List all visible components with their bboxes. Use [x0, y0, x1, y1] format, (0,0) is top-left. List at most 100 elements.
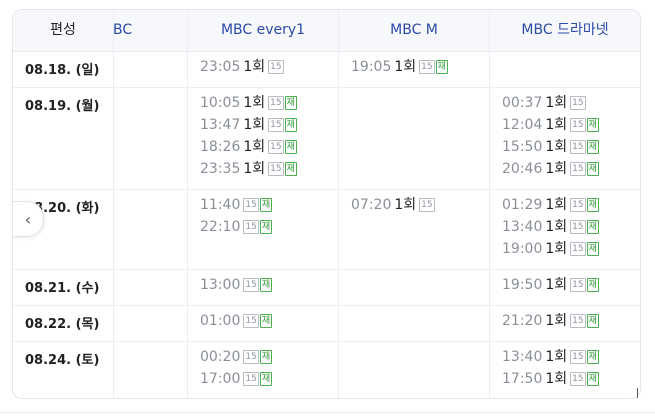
airing-time: 23:35	[200, 161, 241, 177]
airing-entry[interactable]: 10:05 1회 15 재	[200, 92, 298, 114]
table-header: 편성 BC MBC every1 MBC M MBC 드라마넷	[13, 10, 640, 52]
airing-time: 19:50	[502, 277, 543, 293]
airing-time: 23:05	[200, 59, 241, 75]
airing-time: 01:29	[502, 197, 543, 213]
schedule-cell: 10:05 1회 15 재 13:47 1회 15 재 18:26 1회 15 재 23:35 1회 15 재	[200, 92, 298, 180]
airing-entry[interactable]: 01:00 15 재	[200, 310, 273, 332]
airing-entry[interactable]: 19:00 1회 15 재	[502, 238, 600, 260]
airing-entry[interactable]: 19:05 1회 15 재	[351, 56, 449, 78]
airing-entry[interactable]: 11:40 15 재	[200, 194, 273, 216]
rerun-badge: 재	[435, 60, 448, 74]
airing-entry[interactable]: 13:40 1회 15 재	[502, 346, 600, 368]
row-date: 08.19. (월)	[25, 99, 100, 114]
episode-label: 1회	[243, 95, 266, 111]
channel-header-2[interactable]: MBC M	[339, 10, 489, 51]
schedule-cell: 01:00 15 재	[200, 310, 273, 332]
airing-entry[interactable]: 21:20 1회 15 재	[502, 310, 600, 332]
age-rating-badge: 15	[570, 140, 586, 154]
airing-time: 13:00	[200, 277, 241, 293]
schedule-cell: 11:40 15 재 22:10 15 재	[200, 194, 273, 238]
airing-time: 12:04	[502, 117, 543, 133]
airing-entry[interactable]: 22:10 15 재	[200, 216, 273, 238]
age-rating-badge: 15	[243, 220, 259, 234]
airing-time: 11:40	[200, 197, 241, 213]
page-divider	[0, 412, 655, 413]
airing-entry[interactable]: 15:50 1회 15 재	[502, 136, 600, 158]
airing-entry[interactable]: 13:40 1회 15 재	[502, 216, 600, 238]
episode-label: 1회	[243, 117, 266, 133]
channel-header-1[interactable]: MBC every1	[188, 10, 338, 51]
table-row: 08.20. (화) 11:40 15 재 22:10 15 재 07:20 1회 15 01:29…	[13, 189, 640, 270]
age-rating-badge: 15	[570, 162, 586, 176]
age-rating-badge: 15	[243, 198, 259, 212]
rerun-badge: 재	[586, 350, 599, 364]
airing-entry[interactable]: 19:50 1회 15 재	[502, 274, 600, 296]
rerun-badge: 재	[259, 372, 273, 386]
rerun-badge: 재	[259, 220, 273, 234]
age-rating-badge: 15	[268, 96, 284, 110]
age-rating-badge: 15	[570, 314, 586, 328]
prev-button[interactable]: ‹	[13, 201, 44, 237]
channel-header-0[interactable]: BC	[113, 10, 187, 51]
channel-header-3[interactable]: MBC 드라마넷	[490, 10, 640, 51]
text-cursor	[637, 388, 638, 398]
age-rating-badge: 15	[570, 118, 586, 132]
episode-label: 1회	[545, 313, 568, 329]
schedule-cell: 13:40 1회 15 재 17:50 1회 15 재	[502, 346, 600, 390]
airing-time: 19:05	[351, 59, 392, 75]
airing-entry[interactable]: 00:20 15 재	[200, 346, 273, 368]
rerun-badge: 재	[259, 314, 273, 328]
airing-time: 00:37	[502, 95, 543, 111]
airing-time: 21:20	[502, 313, 543, 329]
header-label: 편성	[50, 22, 76, 38]
age-rating-badge: 15	[570, 242, 586, 256]
rerun-badge: 재	[586, 314, 599, 328]
airing-entry[interactable]: 13:00 15 재	[200, 274, 273, 296]
age-rating-badge: 15	[243, 350, 259, 364]
airing-entry[interactable]: 07:20 1회 15	[351, 194, 436, 216]
airing-time: 15:50	[502, 139, 543, 155]
episode-label: 1회	[243, 59, 266, 75]
airing-time: 01:00	[200, 313, 241, 329]
rerun-badge: 재	[284, 96, 297, 110]
airing-time: 13:40	[502, 219, 543, 235]
airing-entry[interactable]: 20:46 1회 15 재	[502, 158, 600, 180]
airing-time: 20:46	[502, 161, 543, 177]
airing-entry[interactable]: 17:50 1회 15 재	[502, 368, 600, 390]
airing-time: 13:40	[502, 349, 543, 365]
schedule-cell: 00:37 1회 15 12:04 1회 15 재 15:50 1회 15 재 20:46 1회 15 재	[502, 92, 600, 180]
airing-entry[interactable]: 13:47 1회 15 재	[200, 114, 298, 136]
rerun-badge: 재	[284, 162, 297, 176]
age-rating-badge: 15	[419, 60, 435, 74]
age-rating-badge: 15	[419, 198, 435, 212]
episode-label: 1회	[243, 139, 266, 155]
table-row: 08.22. (목) 01:00 15 재 21:20 1회 15 재	[13, 305, 640, 342]
episode-label: 1회	[545, 219, 568, 235]
age-rating-badge: 15	[268, 118, 284, 132]
rerun-badge: 재	[586, 162, 599, 176]
airing-entry[interactable]: 17:00 15 재	[200, 368, 273, 390]
airing-entry[interactable]: 23:35 1회 15 재	[200, 158, 298, 180]
airing-entry[interactable]: 18:26 1회 15 재	[200, 136, 298, 158]
rerun-badge: 재	[586, 140, 599, 154]
episode-label: 1회	[394, 59, 417, 75]
age-rating-badge: 15	[570, 350, 586, 364]
rerun-badge: 재	[586, 372, 599, 386]
age-rating-badge: 15	[570, 372, 586, 386]
chevron-left-icon: ‹	[24, 209, 32, 229]
schedule-table: 편성 BC MBC every1 MBC M MBC 드라마넷 08.18. (…	[12, 9, 641, 399]
age-rating-badge: 15	[268, 162, 284, 176]
rerun-badge: 재	[586, 220, 599, 234]
rerun-badge: 재	[586, 198, 599, 212]
airing-entry[interactable]: 23:05 1회 15	[200, 56, 285, 78]
episode-label: 1회	[394, 197, 417, 213]
airing-time: 13:47	[200, 117, 241, 133]
airing-time: 18:26	[200, 139, 241, 155]
rerun-badge: 재	[259, 198, 273, 212]
airing-entry[interactable]: 00:37 1회 15	[502, 92, 600, 114]
row-date: 08.18. (일)	[25, 63, 100, 78]
rerun-badge: 재	[284, 140, 297, 154]
airing-entry[interactable]: 12:04 1회 15 재	[502, 114, 600, 136]
episode-label: 1회	[545, 277, 568, 293]
airing-entry[interactable]: 01:29 1회 15 재	[502, 194, 600, 216]
